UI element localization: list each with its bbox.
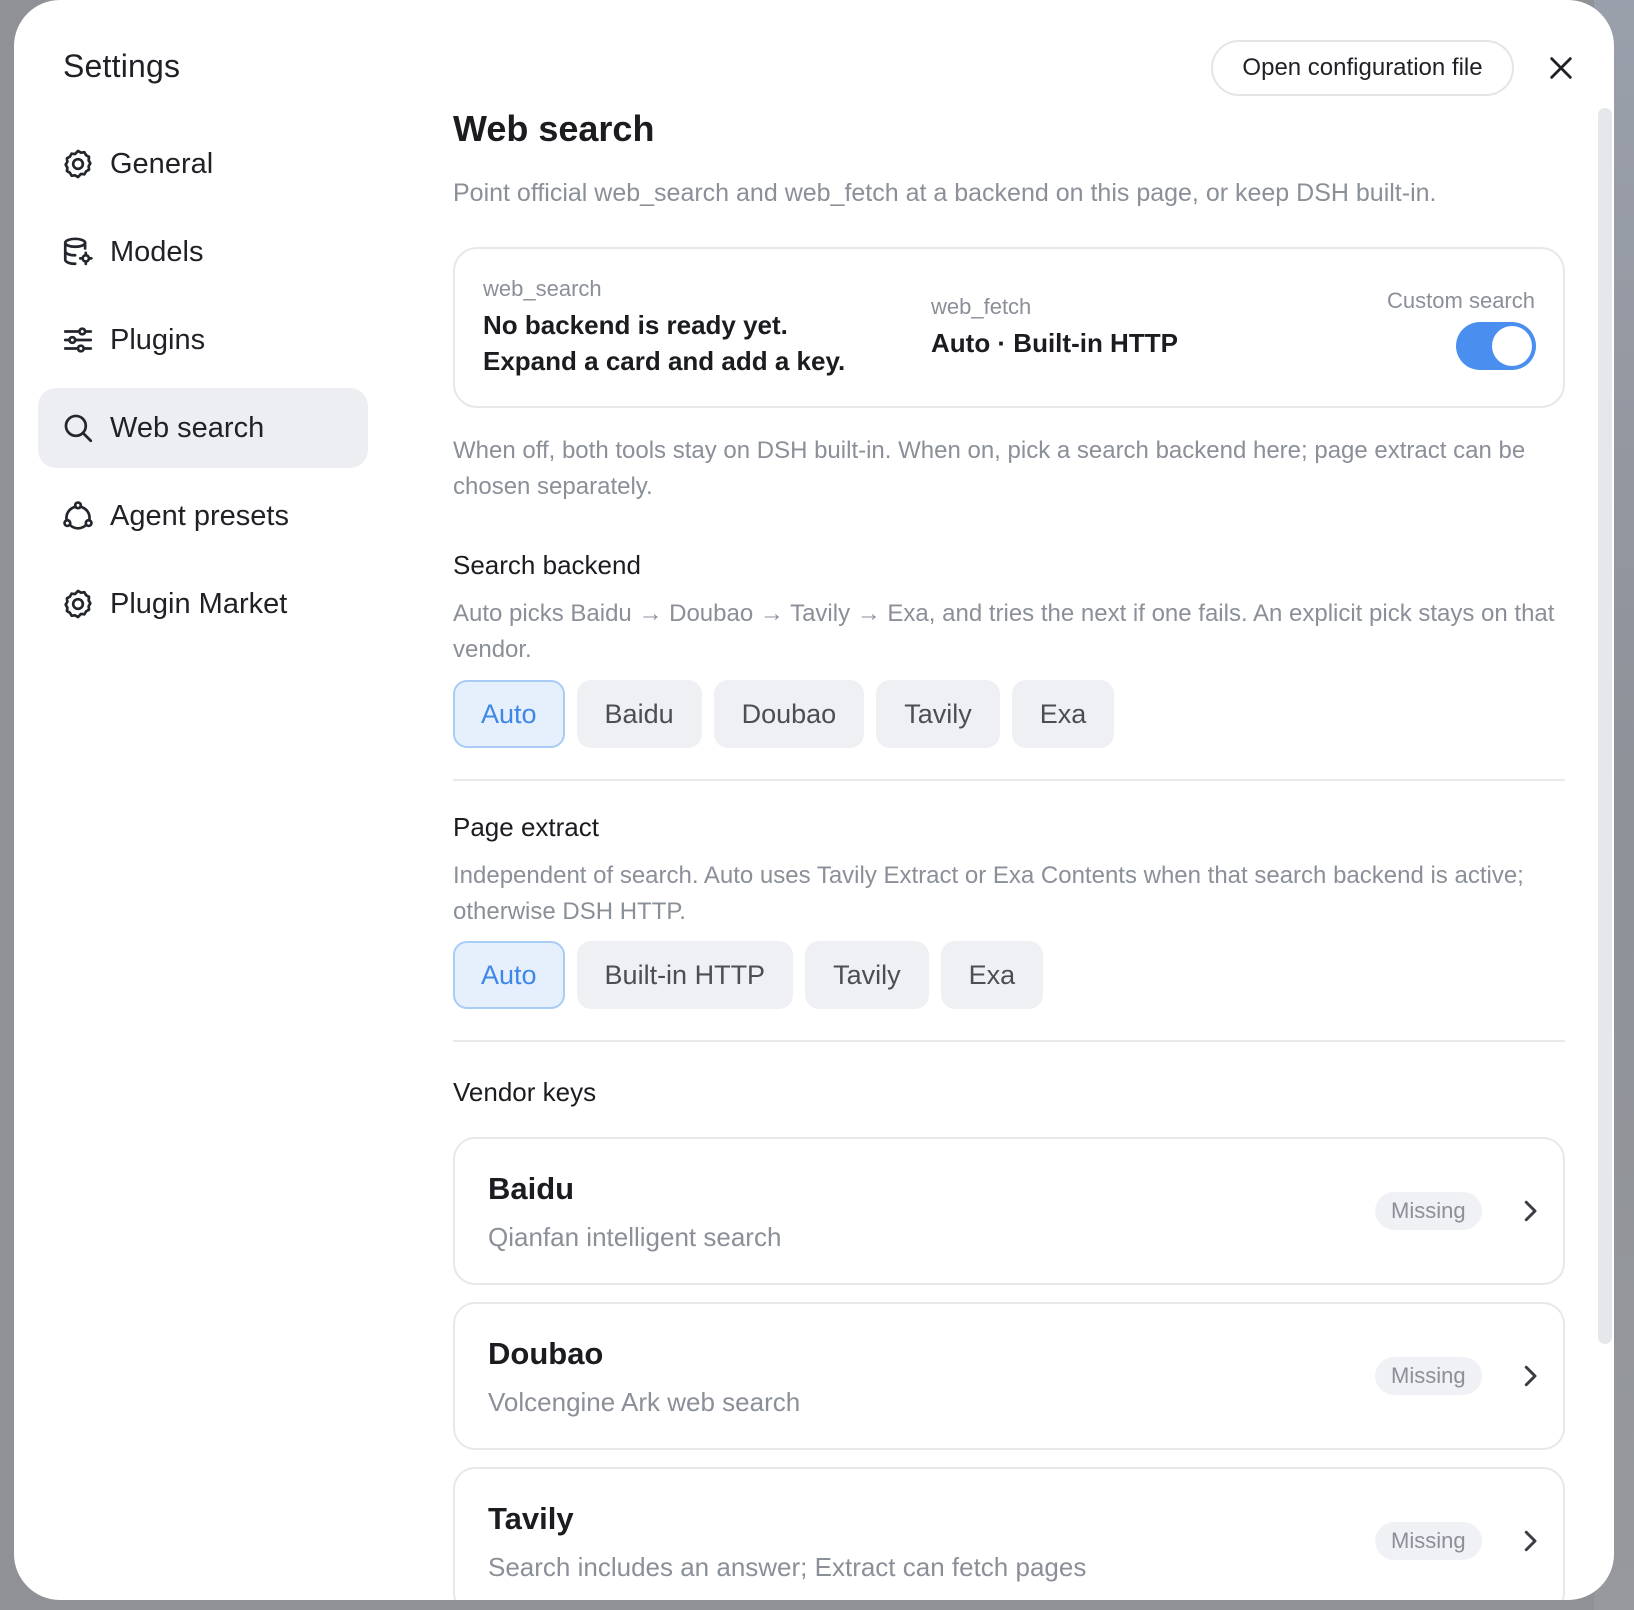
chevron-right-icon [1515,1196,1545,1226]
search-backend-option-tavily[interactable]: Tavily [876,680,1000,748]
page-title: Web search [453,108,655,149]
search-backend-title: Search backend [453,550,641,580]
vendor-description: Search includes an answer; Extract can f… [488,1552,1087,1582]
web-search-status-line2: Expand a card and add a key. [483,346,846,376]
divider [453,1040,1565,1042]
vendor-keys-title: Vendor keys [453,1077,597,1107]
scrollbar[interactable] [1598,108,1612,1344]
divider [453,779,1565,781]
search-backend-option-auto[interactable]: Auto [453,680,565,748]
sidebar-item-plugin-market[interactable]: Plugin Market [38,564,368,644]
page-extract-options: Auto Built-in HTTP Tavily Exa [453,941,1044,1009]
sidebar-item-label: Plugins [110,323,206,356]
sidebar-nav: General Models Plugins Web search Agent … [38,124,368,652]
chevron-right-icon [1515,1361,1545,1391]
search-backend-option-baidu[interactable]: Baidu [576,680,702,748]
page-extract-option-built-in-http[interactable]: Built-in HTTP [576,941,794,1009]
database-gear-icon [60,234,96,270]
vendor-card-baidu[interactable]: Baidu Qianfan intelligent search Missing [453,1137,1565,1285]
vendor-name: Baidu [488,1171,575,1206]
sidebar-item-plugins[interactable]: Plugins [38,300,368,380]
sidebar: Settings General Models Plugins Web sear… [14,0,394,1600]
sidebar-item-label: Agent presets [110,499,289,532]
gear-icon [60,586,96,622]
chevron-right-icon [1515,1526,1545,1556]
sidebar-item-models[interactable]: Models [38,212,368,292]
search-backend-option-doubao[interactable]: Doubao [713,680,865,748]
settings-dialog: Settings General Models Plugins Web sear… [14,0,1614,1600]
sidebar-item-label: Models [110,235,204,268]
page-extract-title: Page extract [453,812,599,842]
vendor-name: Doubao [488,1336,604,1371]
page-extract-description: Independent of search. Auto uses Tavily … [453,862,1524,925]
status-card: web_search No backend is ready yet. Expa… [453,247,1565,408]
web-search-status-line1: No backend is ready yet. [483,310,788,340]
sidebar-item-label: General [110,147,214,180]
sidebar-item-agent-presets[interactable]: Agent presets [38,476,368,556]
custom-search-label: Custom search [1387,288,1535,313]
vendor-name: Tavily [488,1501,574,1536]
sidebar-item-general[interactable]: General [38,124,368,204]
page-extract-option-tavily[interactable]: Tavily [805,941,929,1009]
search-backend-options: Auto Baidu Doubao Tavily Exa [453,680,1115,748]
gear-icon [60,146,96,182]
web-fetch-label: web_fetch [931,294,1032,319]
open-config-file-button[interactable]: Open configuration file [1211,40,1514,96]
close-button[interactable] [1543,50,1579,86]
page-extract-option-exa[interactable]: Exa [940,941,1044,1009]
vendor-description: Qianfan intelligent search [488,1222,782,1252]
page-extract-option-auto[interactable]: Auto [453,941,565,1009]
agent-network-icon [60,498,96,534]
vendor-card-doubao[interactable]: Doubao Volcengine Ark web search Missing [453,1302,1565,1450]
close-icon [1550,57,1572,79]
sliders-icon [60,322,96,358]
web-fetch-status: Auto · Built-in HTTP [931,328,1178,358]
status-badge: Missing [1375,1192,1482,1230]
status-badge: Missing [1375,1357,1482,1395]
web-search-label: web_search [483,276,602,301]
page-subtitle: Point official web_search and web_fetch … [453,179,1437,207]
search-backend-description: Auto picks Baidu → Doubao → Tavily → Exa… [453,600,1555,663]
status-badge: Missing [1375,1522,1482,1560]
toggle-note: When off, both tools stay on DSH built-i… [453,437,1526,500]
settings-title: Settings [63,48,181,84]
vendor-card-tavily[interactable]: Tavily Search includes an answer; Extrac… [453,1467,1565,1600]
vendor-description: Volcengine Ark web search [488,1387,801,1417]
sidebar-item-web-search[interactable]: Web search [38,388,368,468]
search-icon [60,410,96,446]
sidebar-item-label: Plugin Market [110,587,288,620]
custom-search-toggle[interactable] [1456,322,1536,370]
toggle-knob [1492,326,1532,366]
search-backend-option-exa[interactable]: Exa [1011,680,1115,748]
sidebar-item-label: Web search [110,411,265,444]
